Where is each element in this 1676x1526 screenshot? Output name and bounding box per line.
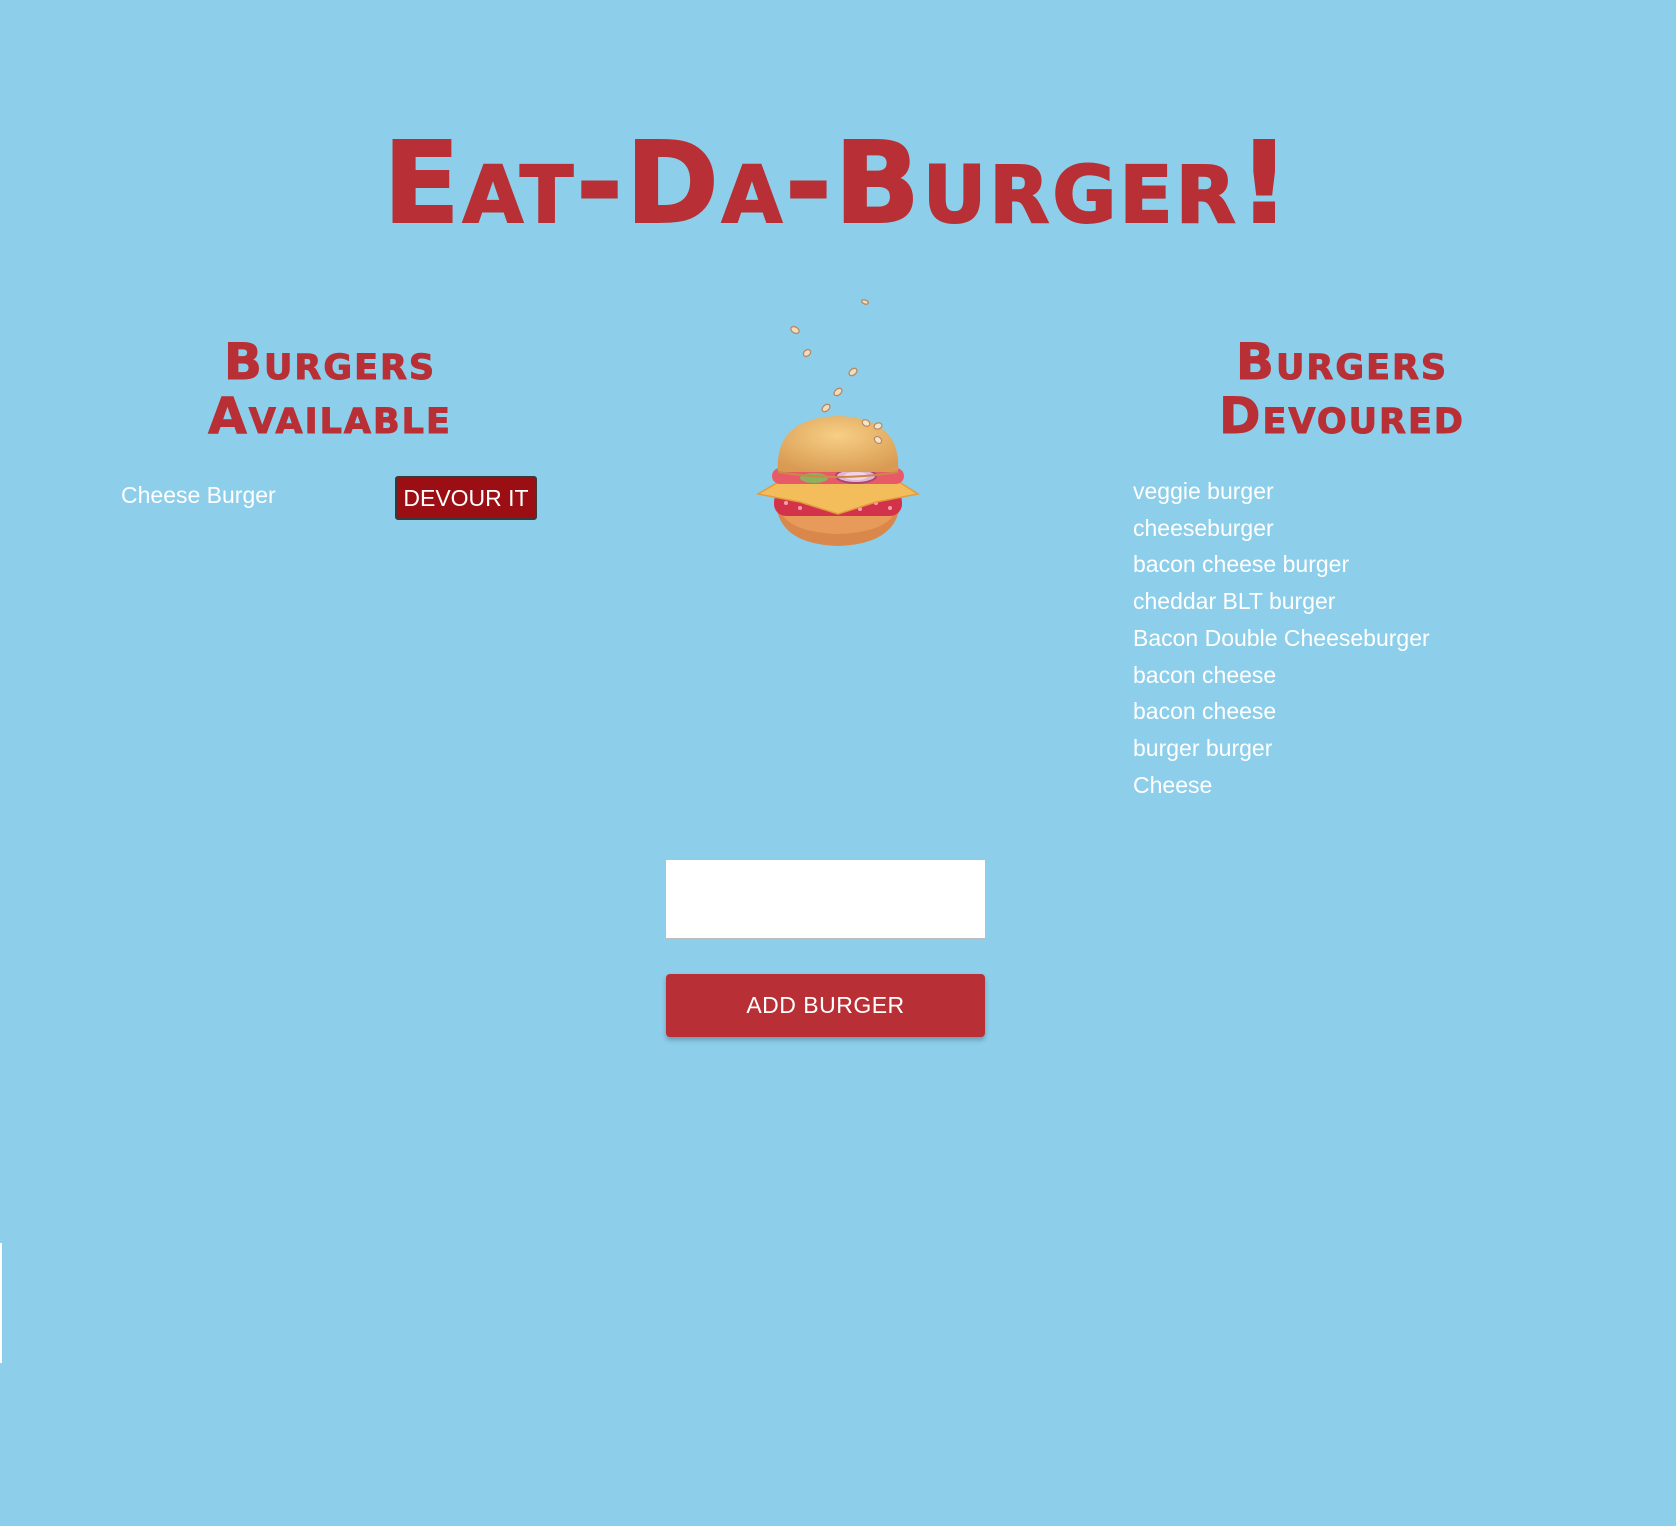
devoured-burger-item: veggie burger [1133, 478, 1274, 504]
devoured-burger-item: burger burger [1133, 734, 1273, 761]
devoured-burger-list: veggie burger cheeseburger bacon cheese … [1133, 473, 1430, 803]
devoured-burger-item: bacon cheese burger [1133, 551, 1350, 578]
burger-name-input[interactable] [666, 860, 985, 940]
page: Eat-Da-Burger! Burgers Available Cheese … [0, 0, 1676, 1526]
devoured-burger-item: bacon cheese [1133, 661, 1277, 688]
devour-button[interactable]: DEVOUR IT [395, 476, 537, 520]
available-burger-row: Cheese Burger DEVOUR IT [121, 476, 541, 522]
devoured-burger-item: Bacon Double Cheeseburger [1133, 624, 1430, 651]
available-burger-name: Cheese Burger [121, 482, 276, 508]
devoured-burger-item: bacon cheese [1133, 698, 1277, 725]
devoured-burger-item: Cheese [1133, 771, 1213, 798]
burgers-devoured-heading: Burgers Devoured [1219, 333, 1465, 445]
burgers-available-heading: Burgers Available [208, 333, 452, 445]
devoured-burger-item: cheddar BLT burger [1133, 588, 1336, 615]
page-title: Eat-Da-Burger! [382, 119, 1293, 249]
burger-icon [755, 296, 920, 552]
devoured-burger-item: cheeseburger [1133, 514, 1274, 541]
edge-divider [0, 1243, 2, 1363]
add-burger-button[interactable]: ADD BURGER [666, 974, 985, 1037]
